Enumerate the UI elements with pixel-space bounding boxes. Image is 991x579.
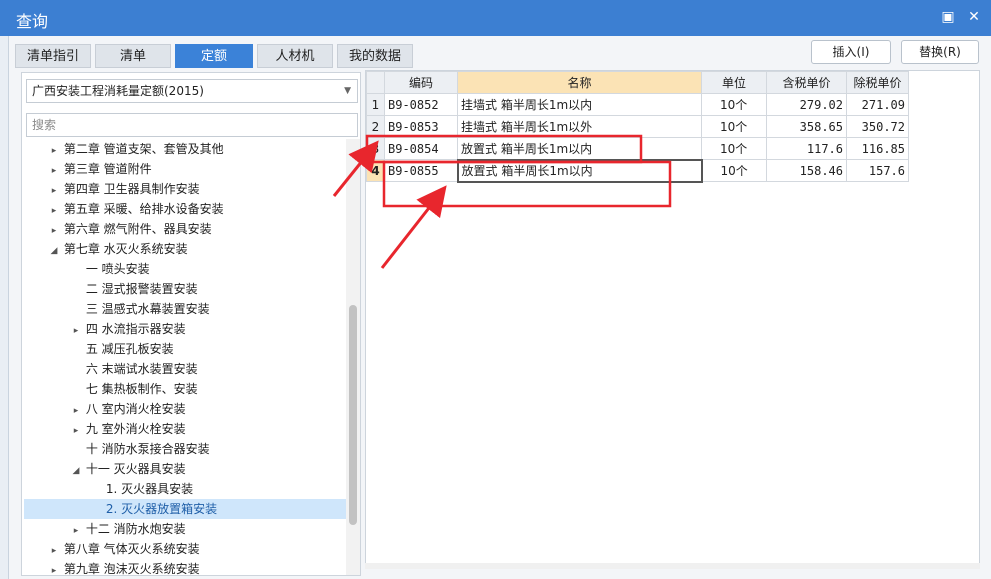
current-cell[interactable]: 放置式 箱半周长1m以内: [456, 158, 703, 183]
tree-item[interactable]: ▸ 第八章 气体灭火系统安装: [24, 539, 360, 561]
expand-icon[interactable]: ▸: [70, 421, 82, 441]
window-title: 查询: [16, 12, 49, 31]
table-header-row: 编码 名称 单位 含税单价 除税单价: [366, 71, 909, 94]
tree-item[interactable]: ▸ 四 水流指示器安装: [24, 319, 360, 341]
tree-scrollbar[interactable]: [346, 139, 360, 575]
expand-icon[interactable]: ▸: [70, 521, 82, 541]
close-icon[interactable]: ✕: [966, 9, 982, 25]
tree-item[interactable]: 三 温感式水幕装置安装: [24, 299, 360, 319]
tree-item[interactable]: ▸ 第二章 管道支架、套管及其他: [24, 139, 360, 161]
collapse-icon[interactable]: ◢: [70, 461, 82, 481]
tab-bill[interactable]: 清单: [95, 44, 171, 68]
chevron-down-icon: ▼: [344, 86, 351, 96]
expand-icon[interactable]: ▸: [70, 401, 82, 421]
column-header-code[interactable]: 编码: [384, 71, 458, 94]
quota-library-select[interactable]: 广西安装工程消耗量定额(2015) ▼: [26, 79, 358, 103]
quota-library-value: 广西安装工程消耗量定额(2015): [32, 84, 204, 98]
tree-item[interactable]: 二 湿式报警装置安装: [24, 279, 360, 299]
expand-icon[interactable]: ▸: [48, 541, 60, 561]
query-window: 清单指引 清单 定额 人材机 我的数据 插入(I) 替换(R) 广西安装工程消耗…: [8, 36, 991, 579]
tab-my-data[interactable]: 我的数据: [337, 44, 413, 68]
tab-labor-material[interactable]: 人材机: [257, 44, 333, 68]
expand-icon[interactable]: ▸: [48, 221, 60, 241]
scrollbar-thumb[interactable]: [349, 305, 357, 525]
tree-item-selected[interactable]: 2. 灭火器放置箱安装: [24, 499, 360, 519]
tree-item[interactable]: ◢ 十一 灭火器具安装: [24, 459, 360, 481]
search-input[interactable]: 搜索: [26, 113, 358, 137]
quota-tree-panel: 广西安装工程消耗量定额(2015) ▼ 搜索 ▸ 第二章 管道支架、套管及其他 …: [21, 72, 361, 576]
tree-item[interactable]: ▸ 第五章 采暖、给排水设备安装: [24, 199, 360, 221]
title-bar: 查询 ▣ ✕: [0, 0, 991, 36]
grid-horizontal-scrollbar[interactable]: [365, 563, 980, 569]
tree-item[interactable]: 五 减压孔板安装: [24, 339, 360, 359]
tree-item[interactable]: ▸ 第三章 管道附件: [24, 159, 360, 181]
tree-item[interactable]: 1. 灭火器具安装: [24, 479, 360, 499]
collapse-icon[interactable]: ◢: [48, 241, 60, 261]
tree-item[interactable]: ▸ 第四章 卫生器具制作安装: [24, 179, 360, 201]
maximize-icon[interactable]: ▣: [940, 9, 956, 25]
tree-item[interactable]: ▸ 八 室内消火栓安装: [24, 399, 360, 421]
expand-icon[interactable]: ▸: [48, 141, 60, 161]
replace-button[interactable]: 替换(R): [901, 40, 979, 64]
tree-item[interactable]: 十 消防水泵接合器安装: [24, 439, 360, 459]
column-header-tax-price[interactable]: 含税单价: [766, 71, 847, 94]
expand-icon[interactable]: ▸: [48, 561, 60, 575]
column-header: [366, 71, 385, 94]
tree-item[interactable]: ▸ 九 室外消火栓安装: [24, 419, 360, 441]
expand-icon[interactable]: ▸: [48, 201, 60, 221]
column-header-unit[interactable]: 单位: [701, 71, 767, 94]
insert-button[interactable]: 插入(I): [811, 40, 891, 64]
tree-item[interactable]: ◢ 第七章 水灭火系统安装: [24, 239, 360, 261]
tree-item[interactable]: ▸ 十二 消防水炮安装: [24, 519, 360, 541]
tree-item[interactable]: 六 末端试水装置安装: [24, 359, 360, 379]
tab-quota[interactable]: 定额: [175, 44, 253, 68]
table-row[interactable]: 2 B9-0853 挂墙式 箱半周长1m以外 10个 358.65 350.72: [366, 115, 909, 138]
table-row[interactable]: 1 B9-0852 挂墙式 箱半周长1m以内 10个 279.02 271.09: [366, 93, 909, 116]
expand-icon[interactable]: ▸: [70, 321, 82, 341]
column-header-notax-price[interactable]: 除税单价: [846, 71, 909, 94]
tab-bill-guide[interactable]: 清单指引: [15, 44, 91, 68]
tree-item[interactable]: 一 喷头安装: [24, 259, 360, 279]
quota-grid-panel: 编码 名称 单位 含税单价 除税单价 1 B9-0852 挂墙式 箱半周长1m以…: [365, 70, 980, 564]
column-header-name[interactable]: 名称: [457, 71, 702, 94]
tree-item[interactable]: 七 集热板制作、安装: [24, 379, 360, 399]
expand-icon[interactable]: ▸: [48, 161, 60, 181]
table-row-current[interactable]: 4 B9-0855 放置式 箱半周长1m以内 10个 158.46 157.6: [366, 158, 909, 183]
table-row[interactable]: 3 B9-0854 放置式 箱半周长1m以内 10个 117.6 116.85: [366, 137, 909, 160]
tree-item[interactable]: ▸ 第六章 燃气附件、器具安装: [24, 219, 360, 241]
tree-item[interactable]: ▸ 第九章 泡沫灭火系统安装: [24, 559, 360, 575]
quota-table: 编码 名称 单位 含税单价 除税单价 1 B9-0852 挂墙式 箱半周长1m以…: [366, 71, 909, 183]
expand-icon[interactable]: ▸: [48, 181, 60, 201]
